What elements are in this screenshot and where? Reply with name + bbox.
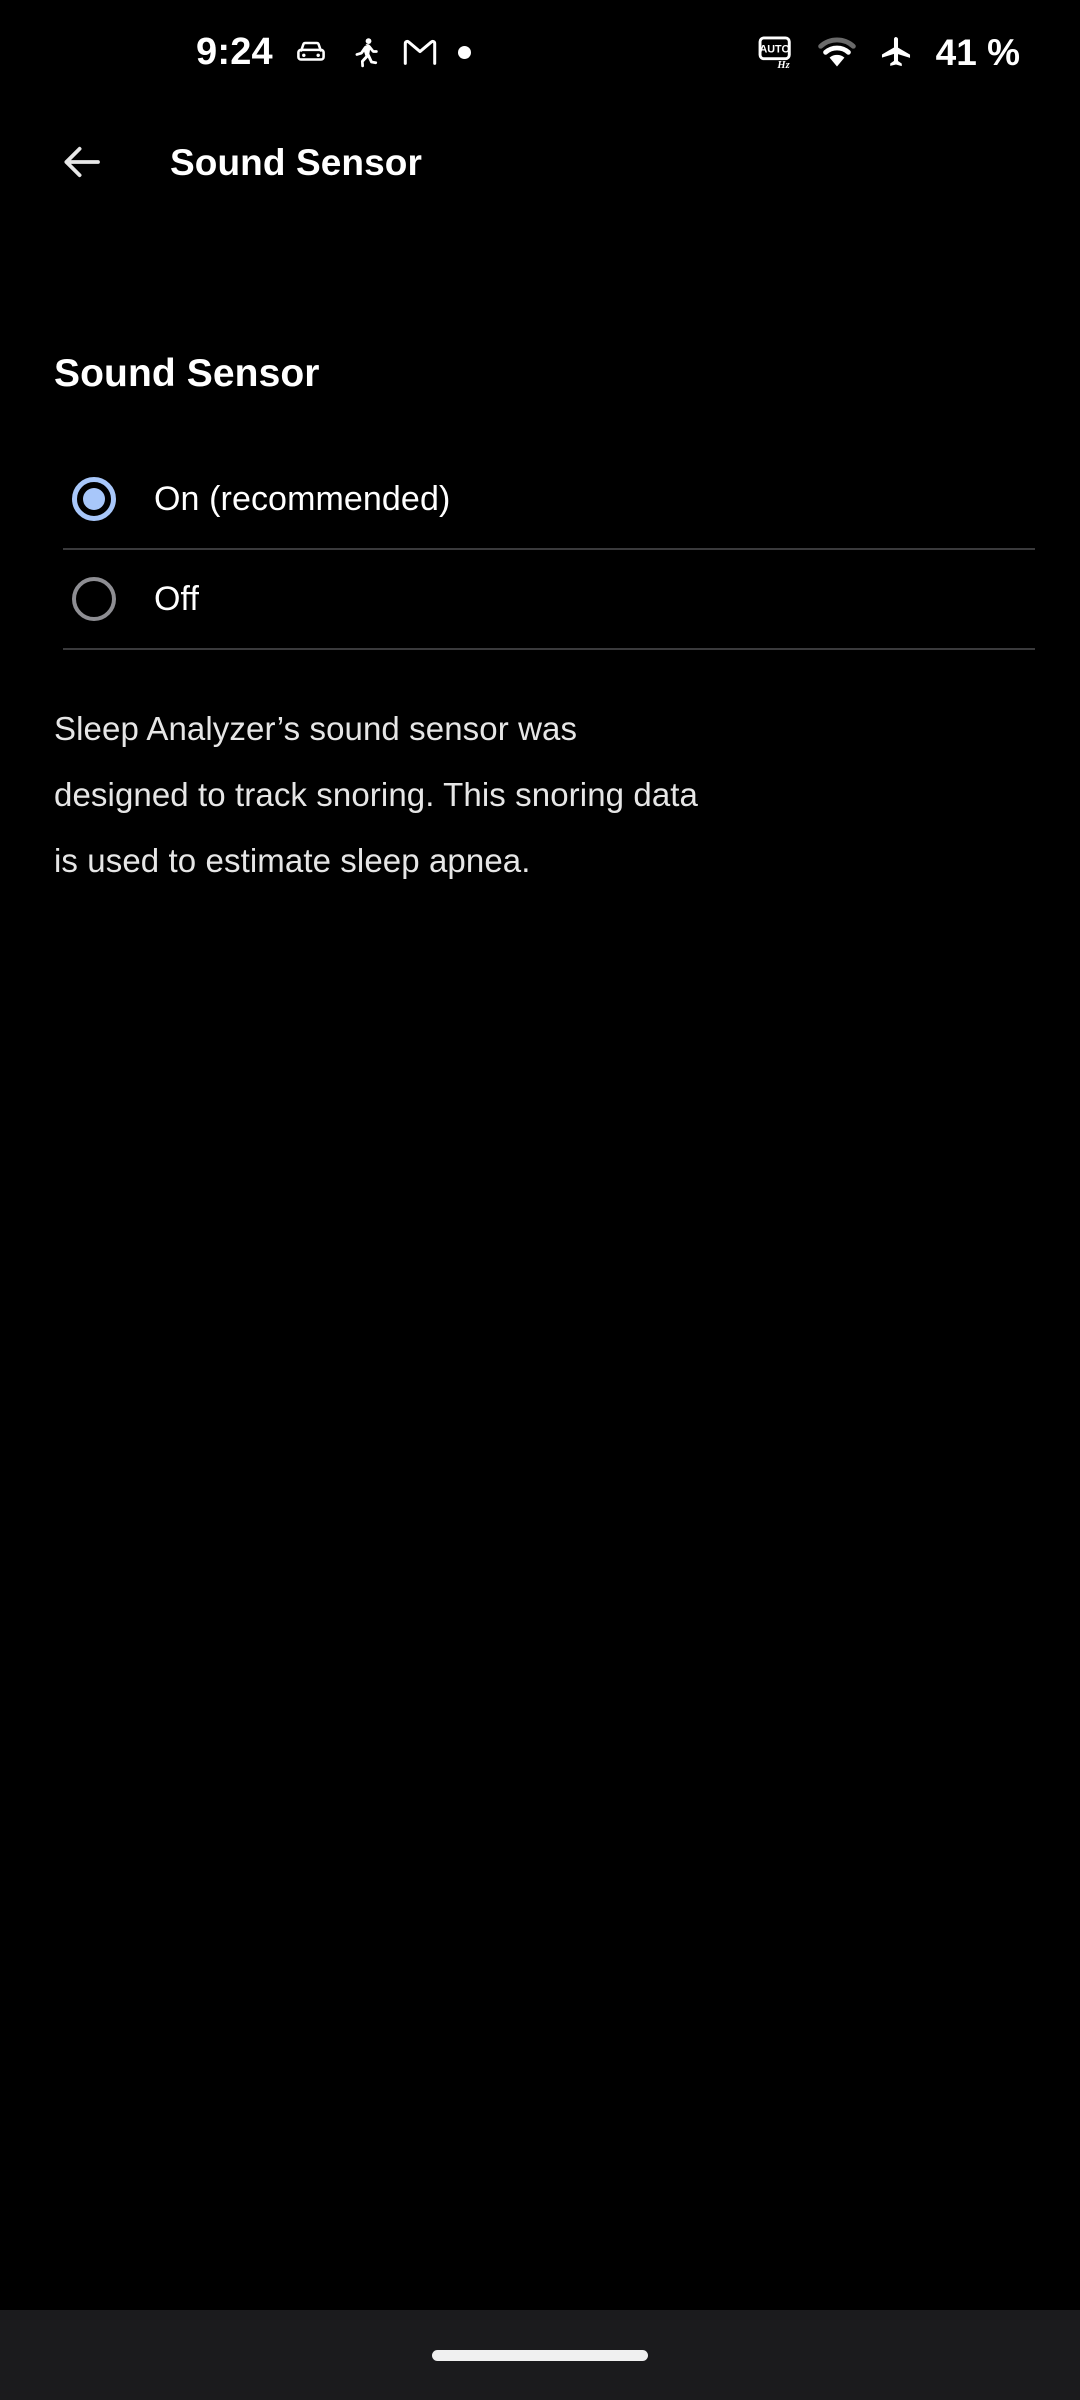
gmail-icon (402, 37, 438, 67)
radio-on-indicator-icon[interactable] (72, 477, 116, 521)
radio-option-on-label: On (recommended) (154, 480, 451, 518)
status-bar-left-group: 9:24 (0, 33, 471, 71)
airplane-mode-icon (878, 34, 914, 70)
phone-screen: 9:24 AUTO Hz 41 % Sound Sensor Sound Sen… (0, 0, 1080, 2400)
wifi-icon (817, 35, 856, 69)
status-bar-battery-percent: 41 % (935, 31, 1020, 73)
running-person-icon (349, 34, 382, 70)
description-text: Sleep Analyzer’s sound sensor was design… (54, 710, 699, 879)
status-bar-right-group: AUTO Hz 41 % (758, 33, 1036, 71)
main-content: Sound Sensor On (recommended) Off Sleep … (0, 220, 1080, 2310)
back-button[interactable] (44, 124, 120, 200)
home-gesture-handle[interactable] (432, 2349, 648, 2361)
status-bar-clock: 9:24 (196, 31, 273, 73)
notification-dot-icon (457, 45, 471, 59)
auto-hz-icon: AUTO Hz (758, 33, 796, 71)
app-bar: Sound Sensor (0, 104, 1080, 220)
svg-text:AUTO: AUTO (759, 44, 789, 56)
back-arrow-icon (58, 138, 106, 186)
system-navigation-bar (0, 2310, 1080, 2400)
sound-sensor-radio-group: On (recommended) Off (54, 450, 1044, 650)
car-icon (293, 34, 329, 70)
app-bar-title: Sound Sensor (170, 141, 422, 183)
svg-text:Hz: Hz (776, 60, 790, 71)
page-title: Sound Sensor (54, 352, 320, 395)
radio-option-off[interactable]: Off (63, 550, 1035, 650)
radio-option-on[interactable]: On (recommended) (63, 450, 1035, 550)
status-bar: 9:24 AUTO Hz 41 % (0, 0, 1080, 104)
radio-off-indicator-icon[interactable] (72, 577, 116, 621)
radio-option-off-label: Off (154, 580, 200, 618)
